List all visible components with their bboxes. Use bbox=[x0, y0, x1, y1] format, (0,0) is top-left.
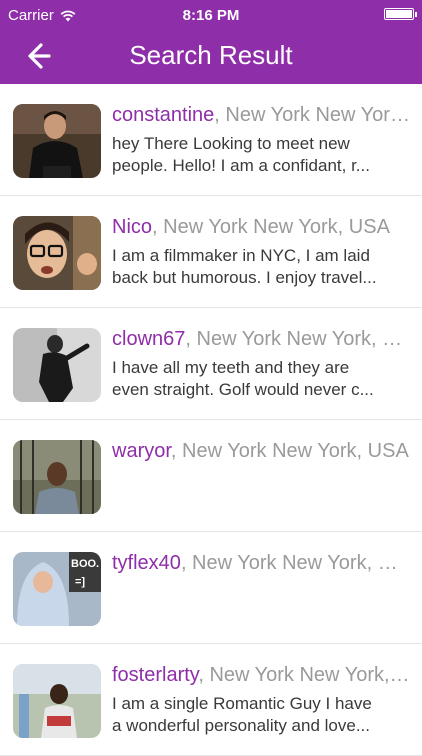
avatar bbox=[13, 104, 101, 178]
description-line: I have all my teeth and they are bbox=[112, 358, 350, 377]
location-text: , New York New York, USA bbox=[214, 104, 412, 126]
result-row[interactable]: BOO. =] tyflex40, New York New York, USA bbox=[0, 532, 422, 644]
avatar bbox=[13, 664, 101, 738]
result-heading: fosterlarty, New York New York, USA bbox=[112, 664, 412, 687]
battery-icon bbox=[384, 8, 417, 20]
username-link[interactable]: tyflex40 bbox=[112, 552, 181, 574]
username-link[interactable]: constantine bbox=[112, 104, 214, 126]
photo-caption: BOO. bbox=[71, 558, 99, 570]
description: I am a single Romantic Guy I have a wond… bbox=[112, 693, 412, 737]
photo-caption: =] bbox=[75, 576, 85, 588]
description: I am a filmmaker in NYC, I am laid back … bbox=[112, 245, 412, 289]
username-link[interactable]: waryor bbox=[112, 440, 171, 462]
avatar bbox=[13, 440, 101, 514]
profile-photo bbox=[13, 440, 101, 514]
description-line: hey There Looking to meet new bbox=[112, 134, 350, 153]
profile-photo bbox=[13, 104, 101, 178]
location-text: , New York New York, USA bbox=[180, 552, 412, 574]
result-row[interactable]: clown67, New York New York, USA I have a… bbox=[0, 308, 422, 420]
profile-photo bbox=[13, 216, 101, 290]
description: hey There Looking to meet new people. He… bbox=[112, 133, 412, 177]
avatar bbox=[13, 328, 101, 402]
profile-photo bbox=[13, 664, 101, 738]
result-row[interactable]: Nico, New York New York, USA I am a film… bbox=[0, 196, 422, 308]
result-row[interactable]: waryor, New York New York, USA bbox=[0, 420, 422, 532]
profile-photo bbox=[13, 328, 101, 402]
description-line: I am a single Romantic Guy I have bbox=[112, 694, 372, 713]
result-heading: Nico, New York New York, USA bbox=[112, 216, 412, 239]
description-line: I am a filmmaker in NYC, I am laid bbox=[112, 246, 370, 265]
result-heading: waryor, New York New York, USA bbox=[112, 440, 412, 463]
result-row[interactable]: fosterlarty, New York New York, USA I am… bbox=[0, 644, 422, 756]
location-text: , New York New York, USA bbox=[152, 216, 390, 238]
avatar bbox=[13, 216, 101, 290]
location-text: , New York New York, USA bbox=[170, 440, 409, 462]
navigation-bar: Search Result bbox=[0, 30, 422, 84]
result-heading: clown67, New York New York, USA bbox=[112, 328, 412, 351]
description-line: even straight. Golf would never c... bbox=[112, 380, 374, 399]
result-heading: tyflex40, New York New York, USA bbox=[112, 552, 412, 575]
result-row[interactable]: constantine, New York New York, USA hey … bbox=[0, 84, 422, 196]
description-line: a wonderful personality and love... bbox=[112, 716, 370, 735]
profile-photo: BOO. =] bbox=[13, 552, 101, 626]
description-line: back but humorous. I enjoy travel... bbox=[112, 268, 377, 287]
header: Carrier 8:16 PM Search Result bbox=[0, 0, 422, 84]
description: I have all my teeth and they are even st… bbox=[112, 357, 412, 401]
username-link[interactable]: clown67 bbox=[112, 328, 185, 350]
username-link[interactable]: fosterlarty bbox=[112, 664, 198, 686]
page-title: Search Result bbox=[129, 40, 293, 70]
username-link[interactable]: Nico bbox=[112, 216, 152, 238]
location-text: , New York New York, USA bbox=[198, 664, 412, 686]
status-time: 8:16 PM bbox=[182, 7, 240, 24]
status-bar: Carrier 8:16 PM bbox=[0, 0, 422, 30]
location-text: , New York New York, USA bbox=[185, 328, 412, 350]
description-line: people. Hello! I am a confidant, r... bbox=[112, 156, 370, 175]
result-heading: constantine, New York New York, USA bbox=[112, 104, 412, 127]
avatar: BOO. =] bbox=[13, 552, 101, 626]
